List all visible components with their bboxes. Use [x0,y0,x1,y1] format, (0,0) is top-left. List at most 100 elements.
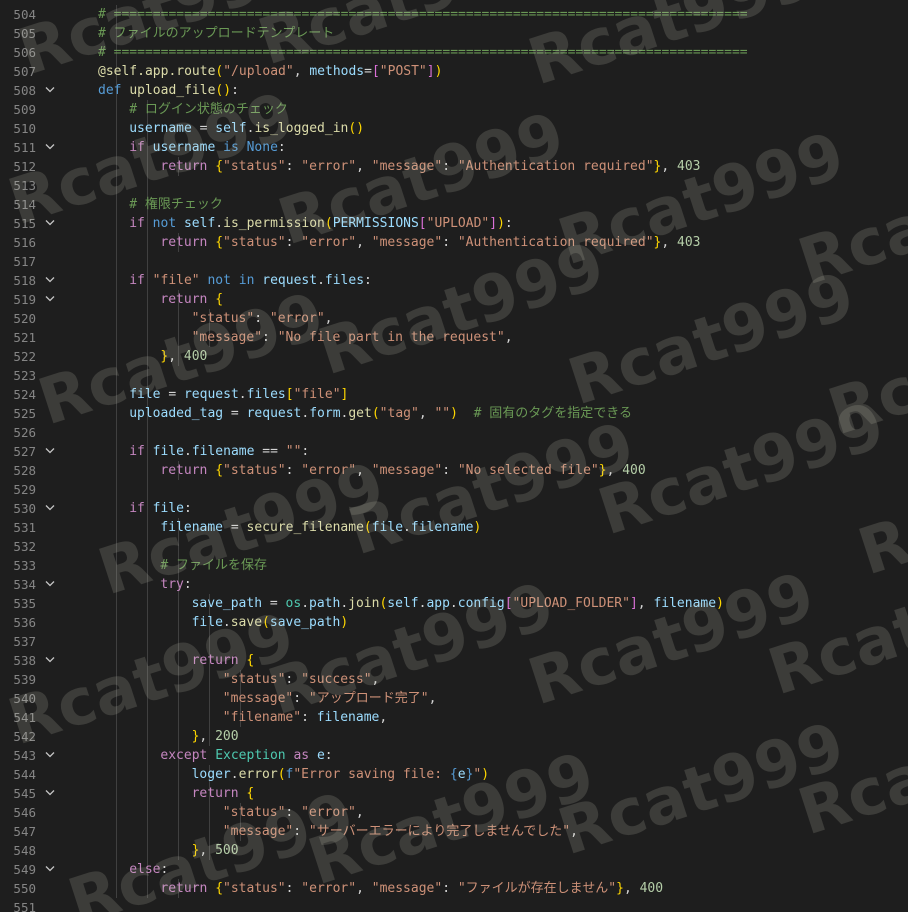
chevron-down-icon[interactable] [43,499,57,518]
code-editor[interactable]: 504 505 506 507 508 509 510 511 512 513 514 515 516 5… [0,0,908,912]
code-line[interactable]: return { [192,651,255,670]
code-token: , [504,330,513,345]
code-line[interactable]: # 権限チェック [129,195,223,214]
code-token: os [285,596,302,611]
code-line[interactable]: filename = secure_filename(file.filename… [160,518,481,537]
code-line[interactable]: def upload_file(): [98,81,239,100]
code-line[interactable]: else: [129,860,168,879]
code-line[interactable]: if not self.is_permission(PERMISSIONS["U… [129,214,513,233]
code-token: if [129,444,153,459]
code-line[interactable]: "status": "success", [223,670,380,689]
code-token: if [129,273,153,288]
code-token: } [598,463,607,478]
code-token: "status" [191,311,255,326]
code-line[interactable]: # ======================================… [98,5,748,24]
code-line[interactable]: file.save(save_path) [192,613,349,632]
chevron-down-icon[interactable] [43,271,57,290]
code-line[interactable]: save_path = os.path.join(self.app.config… [192,594,724,613]
code-token: : [301,444,310,459]
code-token: if [129,140,153,155]
code-token: { [246,786,255,801]
code-line[interactable]: if "file" not in request.files: [129,271,372,290]
code-token: try [160,577,184,592]
code-token: "POST" [379,64,427,79]
code-line[interactable]: if file.filename == "": [129,442,309,461]
chevron-down-icon[interactable] [43,746,57,765]
line-number: 512 [13,159,36,174]
code-token: . [317,273,325,288]
code-line[interactable]: "message": "サーバーエラーにより完了しませんでした", [223,822,578,841]
code-token: , [356,235,372,250]
code-token: : [285,672,302,687]
code-token: , [356,881,372,896]
line-number: 522 [13,349,36,364]
code-line[interactable]: if file: [129,499,192,518]
line-number: 551 [13,900,36,912]
code-line[interactable]: return {"status": "error", "message": "A… [160,233,700,252]
code-line[interactable]: "filename": filename, [223,708,387,727]
code-token: return [191,786,247,801]
chevron-down-icon[interactable] [43,81,57,100]
gutter-row: 543 [0,746,92,765]
chevron-down-icon[interactable] [43,575,57,594]
chevron-down-icon[interactable] [43,651,57,670]
code-line[interactable]: "message": "No file part in the request"… [192,328,513,347]
gutter-row: 504 [0,5,92,24]
line-number: 539 [13,672,36,687]
chevron-down-icon[interactable] [43,860,57,879]
line-number: 507 [13,64,36,79]
code-token: app [426,596,450,611]
code-token: ( [277,767,286,782]
code-token: : [160,862,169,877]
gutter-row: 518 [0,271,92,290]
code-line[interactable]: return {"status": "error", "message": "A… [160,157,700,176]
code-token: , [168,349,184,364]
code-line[interactable]: username = self.is_logged_in() [129,119,364,138]
code-line[interactable]: # ログイン状態のチェック [129,100,288,119]
chevron-down-icon[interactable] [43,442,57,461]
chevron-down-icon[interactable] [43,214,57,233]
code-line[interactable]: # ファイルを保存 [160,556,267,575]
code-line[interactable]: # ======================================… [98,43,748,62]
code-token: 400 [183,349,208,364]
code-token: ) [223,83,232,98]
code-line[interactable]: return {"status": "error", "message": "フ… [160,879,663,898]
code-token: request [262,273,318,288]
code-line[interactable]: try: [160,575,191,594]
code-token: { [449,767,458,782]
code-token: "アップロード完了" [308,691,429,706]
code-line[interactable]: file = request.files["file"] [129,385,348,404]
code-line[interactable]: "status": "error", [223,803,364,822]
code-line[interactable]: if username is None: [129,138,286,157]
code-line[interactable]: return {"status": "error", "message": "N… [160,461,645,480]
code-line[interactable]: loger.error(f"Error saving file: {e}") [192,765,489,784]
code-area[interactable]: # ======================================… [92,0,908,912]
code-line[interactable]: }, 200 [192,727,239,746]
code-token: , [199,729,216,744]
chevron-down-icon[interactable] [43,784,57,803]
code-token: , [623,881,640,896]
code-line[interactable]: return { [192,784,255,803]
code-token: . [403,520,411,535]
chevron-down-icon[interactable] [43,138,57,157]
code-line[interactable]: }, 500 [192,841,239,860]
code-line[interactable]: }, 400 [160,347,207,366]
code-token: . [215,216,224,231]
code-line[interactable]: "message": "アップロード完了", [223,689,437,708]
gutter-row: 532 [0,537,92,556]
code-line[interactable]: @self.app.route("/upload", methods=["POS… [98,62,442,81]
code-token: file [152,501,184,516]
line-number: 540 [13,691,36,706]
code-line[interactable]: # ファイルのアップロードテンプレート [98,24,334,43]
code-token: file [191,615,223,630]
code-line[interactable]: except Exception as e: [160,746,332,765]
code-line[interactable]: return { [160,290,223,309]
chevron-down-icon[interactable] [43,290,57,309]
code-token: , [371,672,380,687]
code-token: : [262,330,278,345]
code-line[interactable]: "status": "error", [192,309,333,328]
code-token: file [152,444,184,459]
code-token: "status" [222,672,286,687]
code-line[interactable]: uploaded_tag = request.form.get("tag", "… [129,404,632,423]
code-token: : [301,710,317,725]
